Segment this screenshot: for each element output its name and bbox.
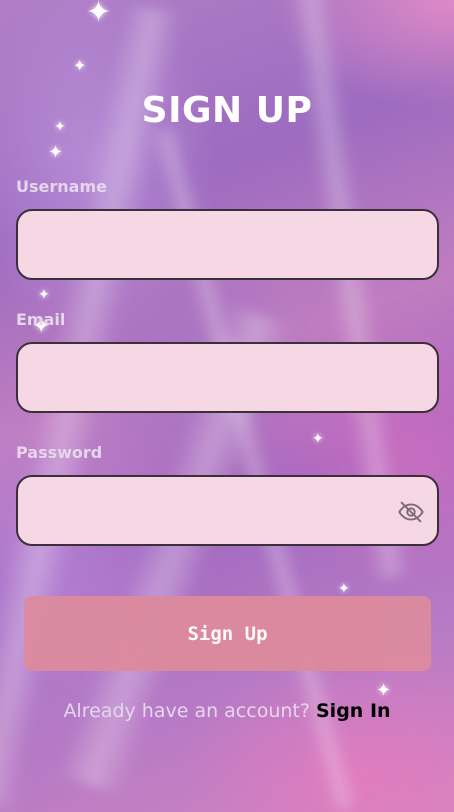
- password-label: Password: [16, 443, 103, 462]
- sign-in-link[interactable]: Sign In: [316, 700, 391, 722]
- email-field[interactable]: [16, 342, 439, 413]
- password-field[interactable]: [16, 475, 439, 546]
- eye-off-icon[interactable]: [397, 498, 425, 526]
- signin-prompt: Already have an account? Sign In: [0, 700, 454, 722]
- username-label: Username: [16, 177, 107, 196]
- page-title: SIGN UP: [141, 90, 313, 131]
- email-label: Email: [16, 310, 66, 329]
- username-field[interactable]: [16, 209, 439, 280]
- signin-prompt-text: Already have an account?: [63, 700, 316, 722]
- sign-up-button[interactable]: Sign Up: [24, 596, 431, 671]
- signup-screen: SIGN UP Username Email Password Sign Up …: [0, 0, 454, 812]
